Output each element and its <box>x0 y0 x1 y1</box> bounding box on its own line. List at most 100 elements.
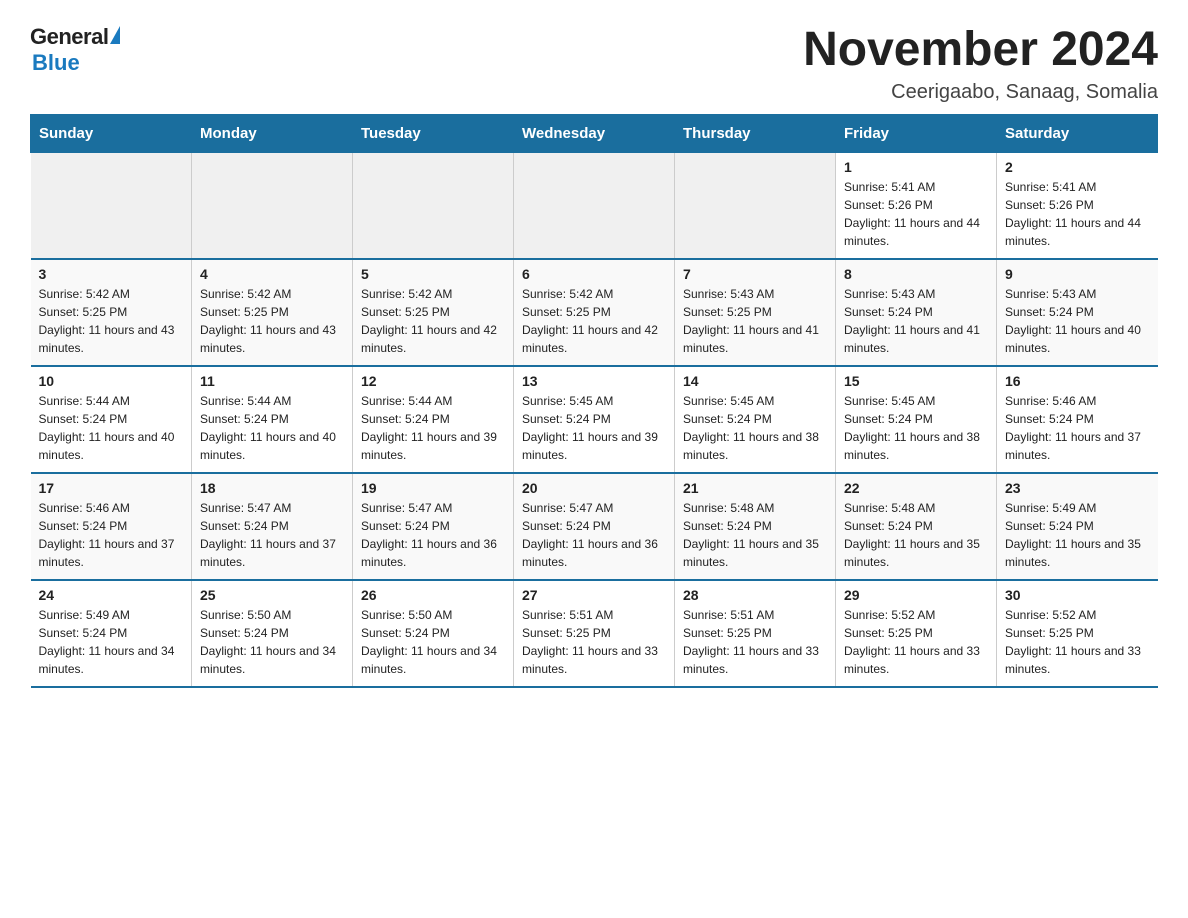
day-info: Sunrise: 5:51 AMSunset: 5:25 PMDaylight:… <box>683 606 827 678</box>
day-number: 25 <box>200 587 344 603</box>
day-info: Sunrise: 5:44 AMSunset: 5:24 PMDaylight:… <box>39 392 184 464</box>
title-block: November 2024 Ceerigaabo, Sanaag, Somali… <box>803 24 1158 104</box>
calendar-cell: 2Sunrise: 5:41 AMSunset: 5:26 PMDaylight… <box>997 152 1158 259</box>
calendar-table: SundayMondayTuesdayWednesdayThursdayFrid… <box>30 114 1158 688</box>
day-info: Sunrise: 5:43 AMSunset: 5:24 PMDaylight:… <box>844 285 988 357</box>
day-number: 6 <box>522 266 666 282</box>
calendar-cell: 19 Sunrise: 5:47 AMSunset: 5:24 PMDayligh… <box>353 473 514 580</box>
calendar-cell <box>192 152 353 259</box>
day-number: 28 <box>683 587 827 603</box>
day-number: 27 <box>522 587 666 603</box>
day-number: 5 <box>361 266 505 282</box>
day-number: 11 <box>200 373 344 389</box>
day-of-week-header: Saturday <box>997 114 1158 152</box>
calendar-cell <box>514 152 675 259</box>
calendar-cell: 26 Sunrise: 5:50 AMSunset: 5:24 PMDayligh… <box>353 580 514 687</box>
day-info: Sunrise: 5:42 AMSunset: 5:25 PMDaylight:… <box>200 285 344 357</box>
day-number: 30 <box>1005 587 1150 603</box>
calendar-week-row: 17 Sunrise: 5:46 AMSunset: 5:24 PMDayligh… <box>31 473 1158 580</box>
day-number: 24 <box>39 587 184 603</box>
calendar-cell: 17 Sunrise: 5:46 AMSunset: 5:24 PMDayligh… <box>31 473 192 580</box>
month-title: November 2024 <box>803 24 1158 77</box>
logo: General Blue <box>30 24 120 76</box>
calendar-cell: 15Sunrise: 5:45 AMSunset: 5:24 PMDayligh… <box>836 366 997 473</box>
day-number: 18 <box>200 480 344 496</box>
calendar-cell: 30 Sunrise: 5:52 AMSunset: 5:25 PMDayligh… <box>997 580 1158 687</box>
calendar-cell: 5Sunrise: 5:42 AMSunset: 5:25 PMDaylight… <box>353 259 514 366</box>
calendar-cell: 27 Sunrise: 5:51 AMSunset: 5:25 PMDayligh… <box>514 580 675 687</box>
calendar-cell: 8 Sunrise: 5:43 AMSunset: 5:24 PMDaylight… <box>836 259 997 366</box>
calendar-cell: 23 Sunrise: 5:49 AMSunset: 5:24 PMDayligh… <box>997 473 1158 580</box>
calendar-cell: 9 Sunrise: 5:43 AMSunset: 5:24 PMDaylight… <box>997 259 1158 366</box>
day-number: 16 <box>1005 373 1150 389</box>
calendar-cell: 4Sunrise: 5:42 AMSunset: 5:25 PMDaylight… <box>192 259 353 366</box>
day-number: 9 <box>1005 266 1150 282</box>
calendar-cell: 22 Sunrise: 5:48 AMSunset: 5:24 PMDayligh… <box>836 473 997 580</box>
day-number: 10 <box>39 373 184 389</box>
day-number: 26 <box>361 587 505 603</box>
logo-blue-text: Blue <box>32 50 80 76</box>
day-number: 17 <box>39 480 184 496</box>
day-number: 19 <box>361 480 505 496</box>
day-info: Sunrise: 5:45 AMSunset: 5:24 PMDaylight:… <box>683 392 827 464</box>
day-info: Sunrise: 5:41 AMSunset: 5:26 PMDaylight:… <box>844 178 988 250</box>
day-info: Sunrise: 5:49 AMSunset: 5:24 PMDaylight:… <box>1005 499 1150 571</box>
calendar-cell: 16 Sunrise: 5:46 AMSunset: 5:24 PMDayligh… <box>997 366 1158 473</box>
day-info: Sunrise: 5:46 AMSunset: 5:24 PMDaylight:… <box>39 499 184 571</box>
day-info: Sunrise: 5:44 AMSunset: 5:24 PMDaylight:… <box>361 392 505 464</box>
day-number: 23 <box>1005 480 1150 496</box>
calendar-cell <box>353 152 514 259</box>
day-info: Sunrise: 5:52 AMSunset: 5:25 PMDaylight:… <box>1005 606 1150 678</box>
calendar-week-row: 10 Sunrise: 5:44 AMSunset: 5:24 PMDayligh… <box>31 366 1158 473</box>
day-info: Sunrise: 5:42 AMSunset: 5:25 PMDaylight:… <box>522 285 666 357</box>
calendar-cell: 18Sunrise: 5:47 AMSunset: 5:24 PMDayligh… <box>192 473 353 580</box>
calendar-week-row: 1 Sunrise: 5:41 AMSunset: 5:26 PMDaylight… <box>31 152 1158 259</box>
calendar-cell: 14 Sunrise: 5:45 AMSunset: 5:24 PMDayligh… <box>675 366 836 473</box>
day-info: Sunrise: 5:46 AMSunset: 5:24 PMDaylight:… <box>1005 392 1150 464</box>
day-info: Sunrise: 5:48 AMSunset: 5:24 PMDaylight:… <box>844 499 988 571</box>
day-number: 22 <box>844 480 988 496</box>
day-number: 3 <box>39 266 184 282</box>
day-info: Sunrise: 5:43 AMSunset: 5:24 PMDaylight:… <box>1005 285 1150 357</box>
calendar-cell: 28 Sunrise: 5:51 AMSunset: 5:25 PMDayligh… <box>675 580 836 687</box>
day-info: Sunrise: 5:49 AMSunset: 5:24 PMDaylight:… <box>39 606 184 678</box>
day-of-week-header: Friday <box>836 114 997 152</box>
day-of-week-header: Monday <box>192 114 353 152</box>
page-header: General Blue November 2024 Ceerigaabo, S… <box>30 24 1158 104</box>
day-info: Sunrise: 5:48 AMSunset: 5:24 PMDaylight:… <box>683 499 827 571</box>
day-info: Sunrise: 5:47 AMSunset: 5:24 PMDaylight:… <box>522 499 666 571</box>
calendar-cell: 1 Sunrise: 5:41 AMSunset: 5:26 PMDaylight… <box>836 152 997 259</box>
calendar-cell: 3 Sunrise: 5:42 AMSunset: 5:25 PMDaylight… <box>31 259 192 366</box>
calendar-cell: 24 Sunrise: 5:49 AMSunset: 5:24 PMDayligh… <box>31 580 192 687</box>
day-number: 29 <box>844 587 988 603</box>
day-info: Sunrise: 5:42 AMSunset: 5:25 PMDaylight:… <box>39 285 184 357</box>
day-number: 21 <box>683 480 827 496</box>
day-number: 7 <box>683 266 827 282</box>
day-number: 12 <box>361 373 505 389</box>
calendar-header-row: SundayMondayTuesdayWednesdayThursdayFrid… <box>31 114 1158 152</box>
day-info: Sunrise: 5:41 AMSunset: 5:26 PMDaylight:… <box>1005 178 1150 250</box>
day-of-week-header: Tuesday <box>353 114 514 152</box>
day-info: Sunrise: 5:52 AMSunset: 5:25 PMDaylight:… <box>844 606 988 678</box>
calendar-cell <box>675 152 836 259</box>
day-info: Sunrise: 5:43 AMSunset: 5:25 PMDaylight:… <box>683 285 827 357</box>
location-text: Ceerigaabo, Sanaag, Somalia <box>803 81 1158 104</box>
day-info: Sunrise: 5:47 AMSunset: 5:24 PMDaylight:… <box>361 499 505 571</box>
day-info: Sunrise: 5:51 AMSunset: 5:25 PMDaylight:… <box>522 606 666 678</box>
day-number: 13 <box>522 373 666 389</box>
day-info: Sunrise: 5:50 AMSunset: 5:24 PMDaylight:… <box>361 606 505 678</box>
logo-general-text: General <box>30 24 108 50</box>
day-info: Sunrise: 5:45 AMSunset: 5:24 PMDaylight:… <box>522 392 666 464</box>
day-of-week-header: Wednesday <box>514 114 675 152</box>
calendar-cell: 20Sunrise: 5:47 AMSunset: 5:24 PMDayligh… <box>514 473 675 580</box>
day-number: 8 <box>844 266 988 282</box>
day-of-week-header: Thursday <box>675 114 836 152</box>
day-number: 14 <box>683 373 827 389</box>
calendar-cell: 11Sunrise: 5:44 AMSunset: 5:24 PMDayligh… <box>192 366 353 473</box>
day-number: 1 <box>844 159 988 175</box>
logo-triangle-icon <box>110 26 120 44</box>
calendar-cell: 29 Sunrise: 5:52 AMSunset: 5:25 PMDayligh… <box>836 580 997 687</box>
calendar-week-row: 3 Sunrise: 5:42 AMSunset: 5:25 PMDaylight… <box>31 259 1158 366</box>
day-number: 15 <box>844 373 988 389</box>
calendar-cell <box>31 152 192 259</box>
